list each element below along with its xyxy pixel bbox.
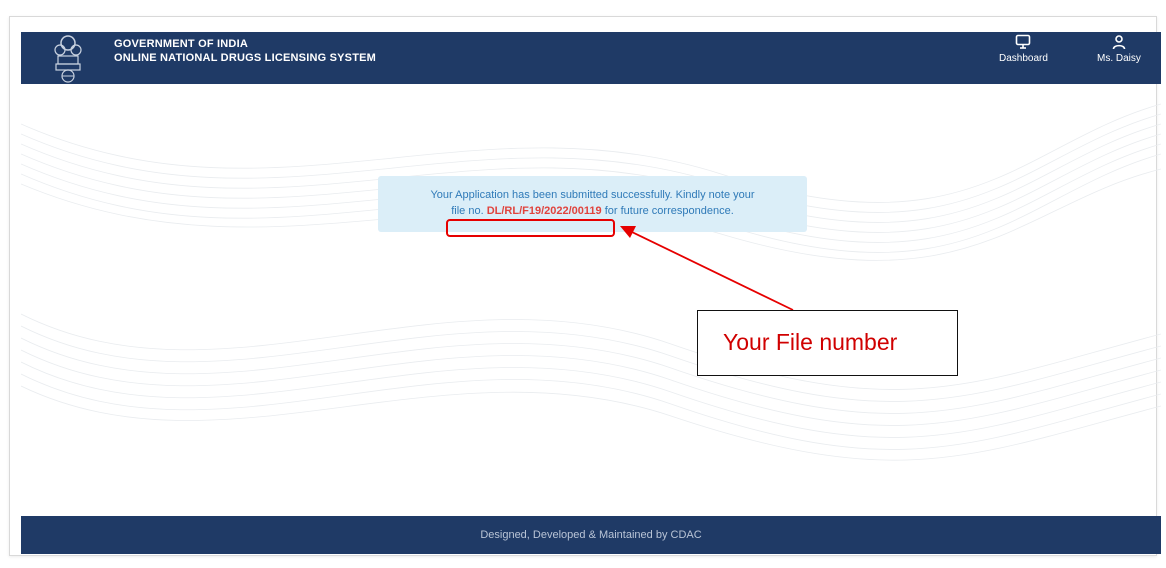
page-footer: Designed, Developed & Maintained by CDAC (21, 516, 1161, 554)
annotation-arrow (620, 226, 794, 311)
file-number-callout: Your File number (697, 310, 958, 376)
